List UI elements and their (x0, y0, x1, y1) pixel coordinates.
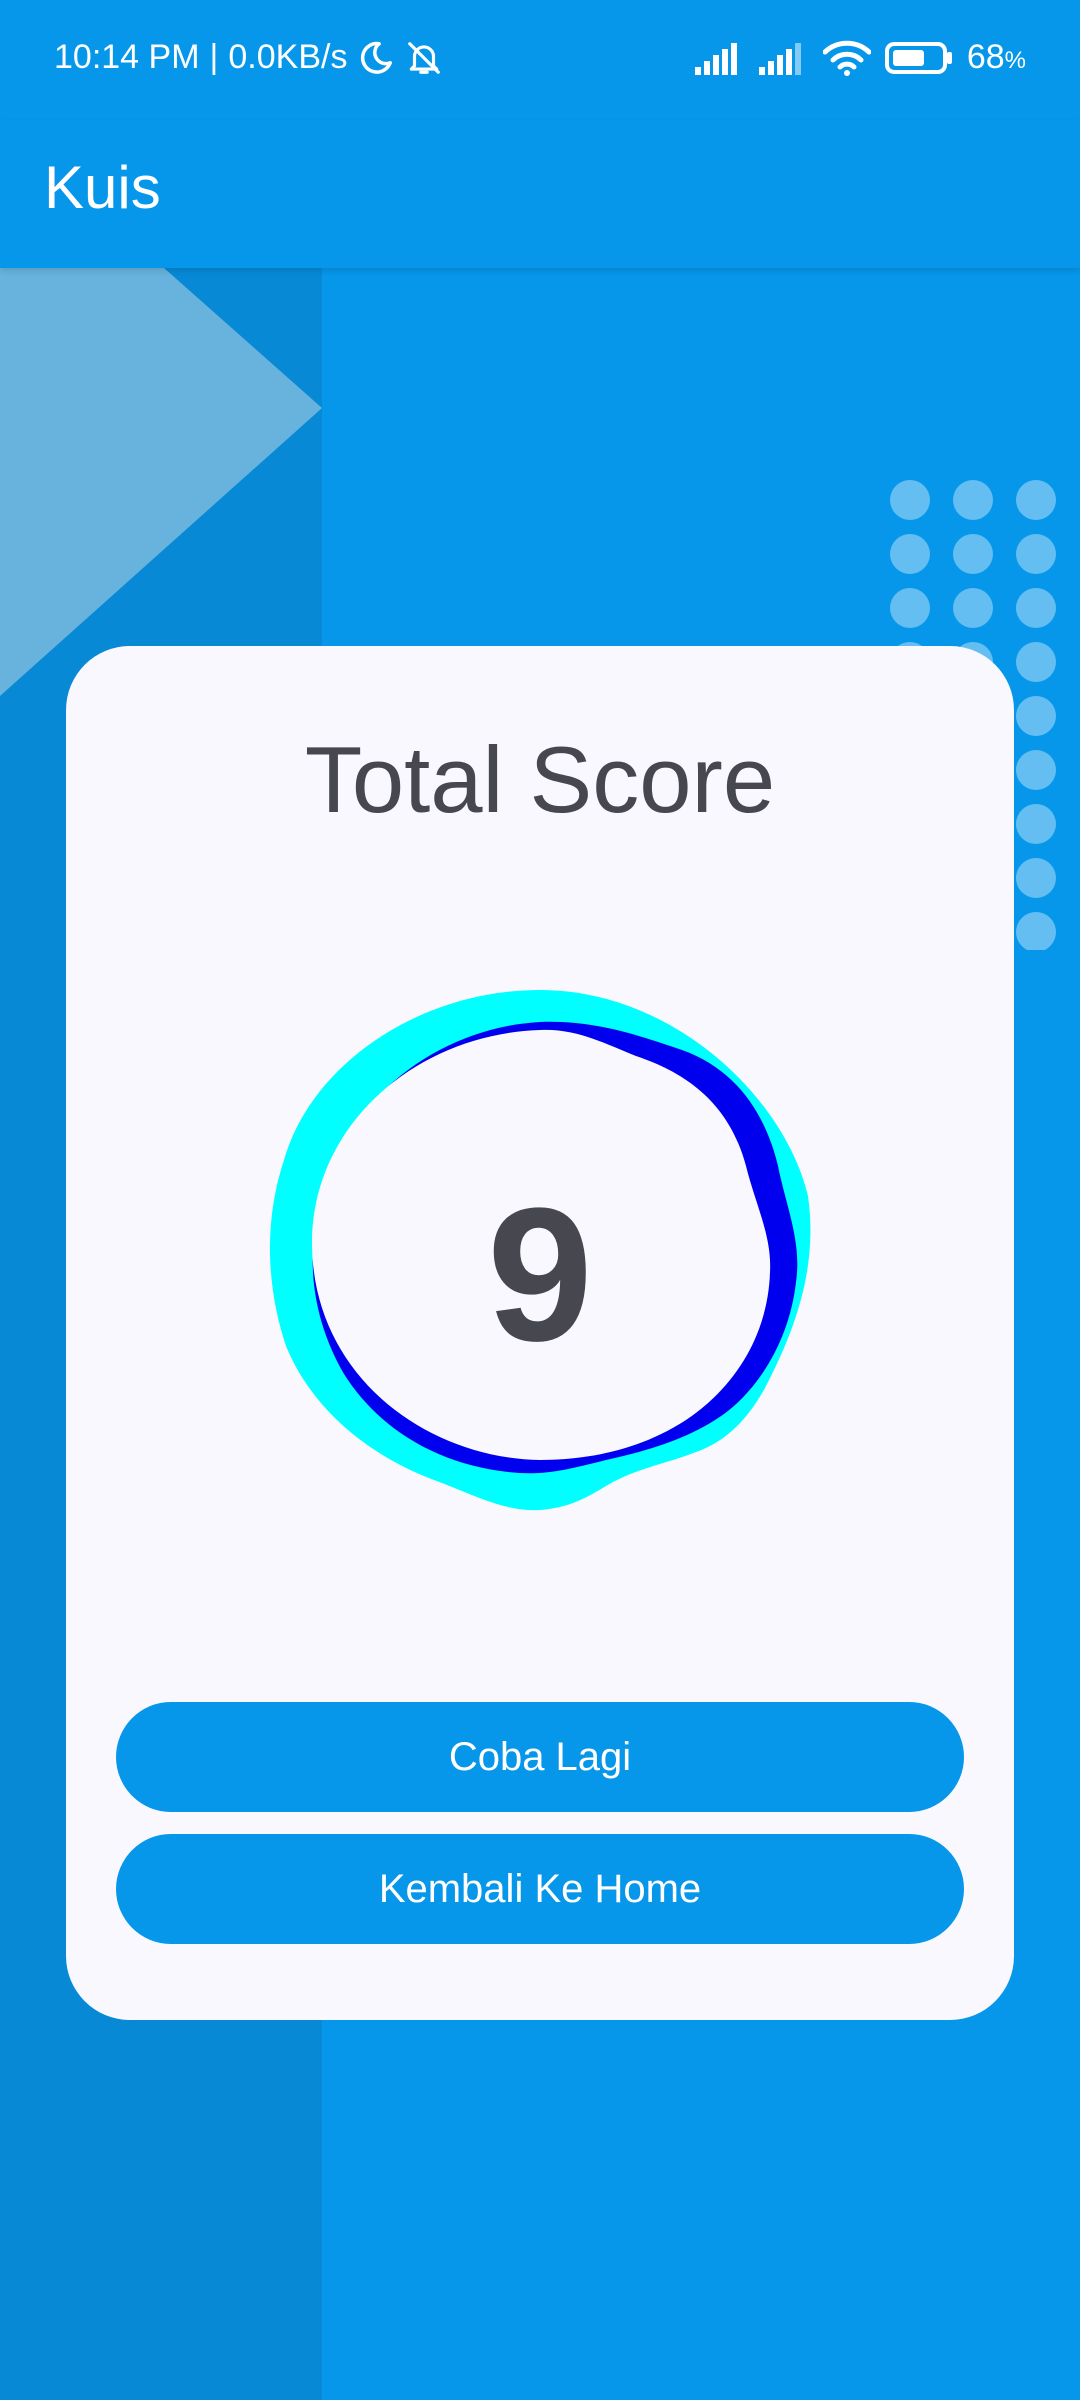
battery-percent-unit: % (1004, 47, 1026, 74)
signal-icon (758, 41, 809, 75)
network-speed: 0.0KB/s (228, 38, 348, 76)
app-bar: Kuis (0, 120, 1080, 268)
moon-icon (357, 39, 395, 77)
battery-percent: 68% (967, 38, 1026, 77)
status-right: 68% (694, 38, 1026, 77)
signal-icon (694, 41, 745, 75)
status-left: 10:14 PM | 0.0KB/s (54, 38, 443, 77)
retry-button[interactable]: Coba Lagi (116, 1702, 964, 1812)
back-to-home-button[interactable]: Kembali Ke Home (116, 1834, 964, 1944)
status-time: 10:14 PM (54, 38, 200, 76)
page-title: Kuis (44, 154, 161, 221)
battery-percent-value: 68 (966, 38, 1005, 76)
wifi-icon (822, 40, 871, 76)
background-triangle (0, 268, 322, 696)
battery-icon (884, 41, 953, 75)
status-bar: 10:14 PM | 0.0KB/s 68% (0, 0, 1080, 120)
score-card: Total Score 9 Coba Lagi Kembali Ke Home (66, 646, 1014, 2020)
status-separator: | (209, 38, 219, 76)
score-ring (269, 990, 811, 1511)
bell-off-icon (405, 39, 443, 77)
score-value: 9 (487, 1169, 593, 1381)
